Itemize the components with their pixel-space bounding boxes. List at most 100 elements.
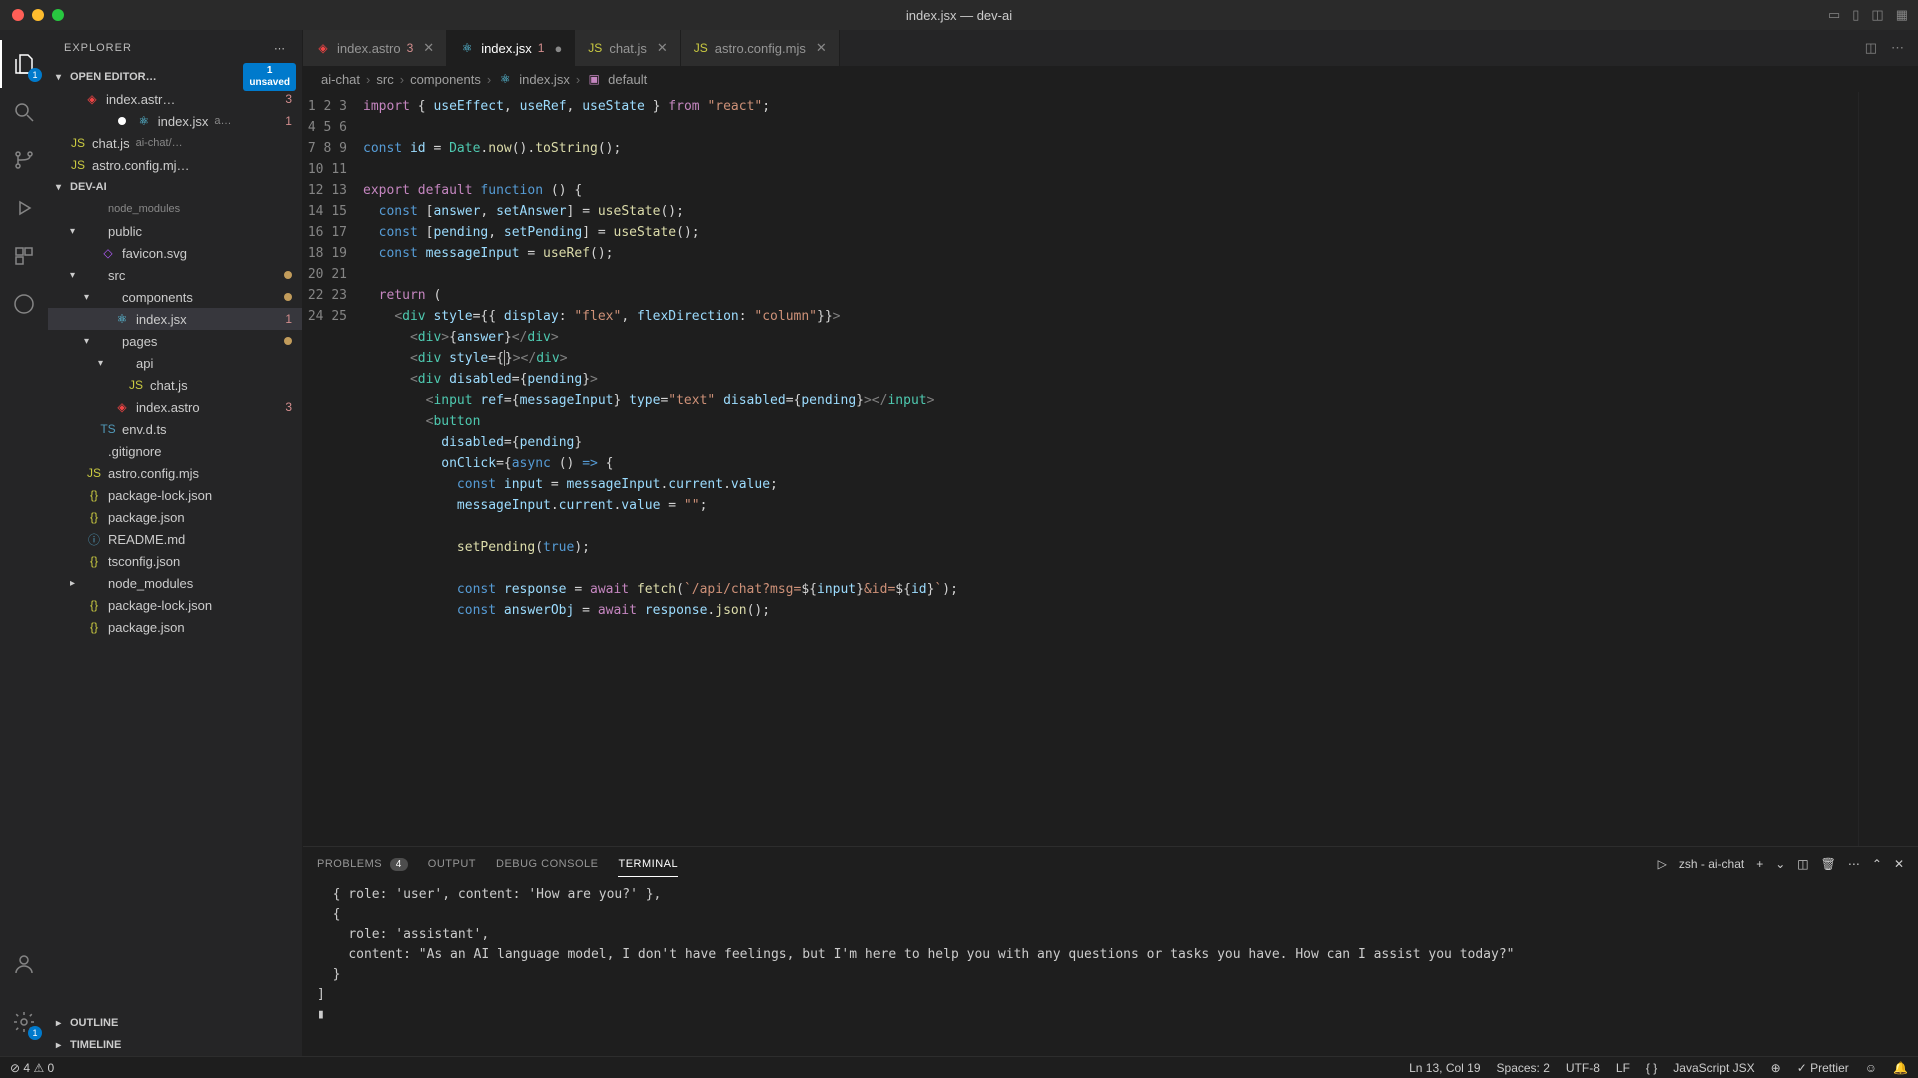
split-horiz-icon[interactable]: ◫ [1871,7,1883,23]
split-terminal-icon[interactable]: ◫ [1797,857,1808,871]
breadcrumb-item[interactable]: ai-chat [321,72,360,87]
tree-item[interactable]: ⚛index.jsx1 [48,308,302,330]
tree-item[interactable]: ▾components [48,286,302,308]
tree-item[interactable]: {}package-lock.json [48,484,302,506]
explorer-activity[interactable]: 1 [0,40,48,88]
traffic-lights [12,9,64,21]
breadcrumb-item[interactable]: components [410,72,481,87]
close-panel-icon[interactable]: ✕ [1894,857,1904,871]
code-content[interactable]: import { useEffect, useRef, useState } f… [363,92,1858,846]
open-editor-item[interactable]: ⚛index.jsxa…1 [48,110,302,132]
error-warning-status[interactable]: ⊘ 4 ⚠ 0 [10,1061,54,1075]
breadcrumb-item[interactable]: default [608,72,647,87]
sidebar-header: EXPLORER ⋯ [48,30,302,66]
breadcrumb-item[interactable]: src [376,72,393,87]
breadcrumb[interactable]: ai-chat›src›components›⚛index.jsx›▣defau… [303,66,1918,92]
indent-status[interactable]: Spaces: 2 [1497,1061,1550,1075]
more-icon[interactable]: ⋯ [274,42,286,55]
timeline-section[interactable]: ▸ TIMELINE [48,1034,302,1056]
search-activity[interactable] [0,88,48,136]
output-tab[interactable]: OUTPUT [428,852,476,876]
tree-item[interactable]: JSastro.config.mjs [48,462,302,484]
open-editor-item[interactable]: JSchat.jsai-chat/… [48,132,302,154]
explorer-badge: 1 [28,68,42,82]
braces-icon[interactable]: { } [1646,1061,1657,1075]
code-area[interactable]: 1 2 3 4 5 6 7 8 9 10 11 12 13 14 15 16 1… [303,92,1918,846]
bottom-panel: PROBLEMS 4 OUTPUT DEBUG CONSOLE TERMINAL… [303,846,1918,1056]
debug-activity[interactable] [0,184,48,232]
toggle-panel-icon[interactable]: ▭ [1828,7,1840,23]
tree-item[interactable]: .gitignore [48,440,302,462]
customize-layout-icon[interactable]: ▦ [1896,7,1908,23]
cursor-position[interactable]: Ln 13, Col 19 [1409,1061,1480,1075]
more-icon[interactable]: ⋯ [1891,40,1904,56]
terminal-icon: ▷ [1658,857,1667,871]
unsaved-badge: 1 unsaved [243,63,296,91]
tree-item[interactable]: {}package-lock.json [48,594,302,616]
editor-tab[interactable]: ⚛index.jsx1● [447,30,575,66]
minimize-window[interactable] [32,9,44,21]
warning-icon: ⚠ [33,1061,44,1075]
extensions-activity[interactable] [0,232,48,280]
open-editor-item[interactable]: ◈index.astr…3 [48,88,302,110]
tree-item[interactable]: ◇favicon.svg [48,242,302,264]
new-terminal-icon[interactable]: + [1756,857,1763,871]
chevron-right-icon: ▸ [56,1018,66,1029]
account-icon [12,952,36,976]
feedback-icon[interactable]: ☺ [1865,1061,1877,1075]
split-editor-icon[interactable]: ◫ [1865,40,1877,56]
open-editor-item[interactable]: JSastro.config.mj… [48,154,302,176]
tree-item[interactable]: ▸node_modules [48,572,302,594]
tree-item[interactable]: {}package.json [48,506,302,528]
outline-section[interactable]: ▸ OUTLINE [48,1012,302,1034]
language-status[interactable]: JavaScript JSX [1673,1061,1754,1075]
tree-item[interactable]: node_modules [48,198,302,220]
terminal-body[interactable]: { role: 'user', content: 'How are you?' … [303,881,1918,1056]
more-icon[interactable]: ⋯ [1848,857,1860,871]
tree-item[interactable]: {}tsconfig.json [48,550,302,572]
file-tree: node_modules▾public◇favicon.svg▾src▾comp… [48,198,302,1012]
timeline-label: TIMELINE [70,1039,121,1051]
bell-icon[interactable]: 🔔 [1893,1061,1908,1075]
error-icon: ⊘ [10,1061,20,1075]
debug-tab[interactable]: DEBUG CONSOLE [496,852,598,876]
editor-tab[interactable]: JSastro.config.mjs✕ [681,30,840,66]
breadcrumb-item[interactable]: index.jsx [519,72,570,87]
tree-item[interactable]: TSenv.d.ts [48,418,302,440]
sidebar-title: EXPLORER [64,42,132,54]
tree-item[interactable]: {}package.json [48,616,302,638]
kill-terminal-icon[interactable]: 🗑 [1821,857,1836,871]
terminal-name[interactable]: zsh - ai-chat [1679,857,1744,871]
terminal-dropdown-icon[interactable]: ⌄ [1775,857,1785,871]
maximize-panel-icon[interactable]: ⌃ [1872,857,1882,871]
sidebar: EXPLORER ⋯ ▾ OPEN EDITOR… 1 unsaved ◈ind… [48,30,303,1056]
close-window[interactable] [12,9,24,21]
scm-activity[interactable] [0,136,48,184]
tree-item[interactable]: ▾src [48,264,302,286]
minimap[interactable] [1858,92,1918,846]
maximize-window[interactable] [52,9,64,21]
edge-activity[interactable] [0,280,48,328]
editor-tab[interactable]: ◈index.astro3✕ [303,30,447,66]
toggle-sidebar-icon[interactable]: ▯ [1852,7,1859,23]
encoding-status[interactable]: UTF-8 [1566,1061,1600,1075]
titlebar: index.jsx — dev-ai ▭ ▯ ◫ ▦ [0,0,1918,30]
prettier-status[interactable]: ✓ Prettier [1797,1061,1849,1075]
tree-item[interactable]: ▾public [48,220,302,242]
extensions-icon [12,244,36,268]
settings-activity[interactable]: 1 [0,998,48,1046]
tree-item[interactable]: JSchat.js [48,374,302,396]
open-editors-section[interactable]: ▾ OPEN EDITOR… 1 unsaved [48,66,302,88]
terminal-tab[interactable]: TERMINAL [618,852,678,877]
eol-status[interactable]: LF [1616,1061,1630,1075]
tree-item[interactable]: ▾api [48,352,302,374]
copilot-icon[interactable]: ⊕ [1771,1061,1781,1075]
account-activity[interactable] [0,940,48,988]
tree-item[interactable]: ▾pages [48,330,302,352]
editor-tab[interactable]: JSchat.js✕ [575,30,680,66]
project-section[interactable]: ▾ DEV-AI [48,176,302,198]
problems-tab[interactable]: PROBLEMS 4 [317,852,408,876]
tree-item[interactable]: ⓘREADME.md [48,528,302,550]
chevron-down-icon: ▾ [56,182,66,193]
tree-item[interactable]: ◈index.astro3 [48,396,302,418]
